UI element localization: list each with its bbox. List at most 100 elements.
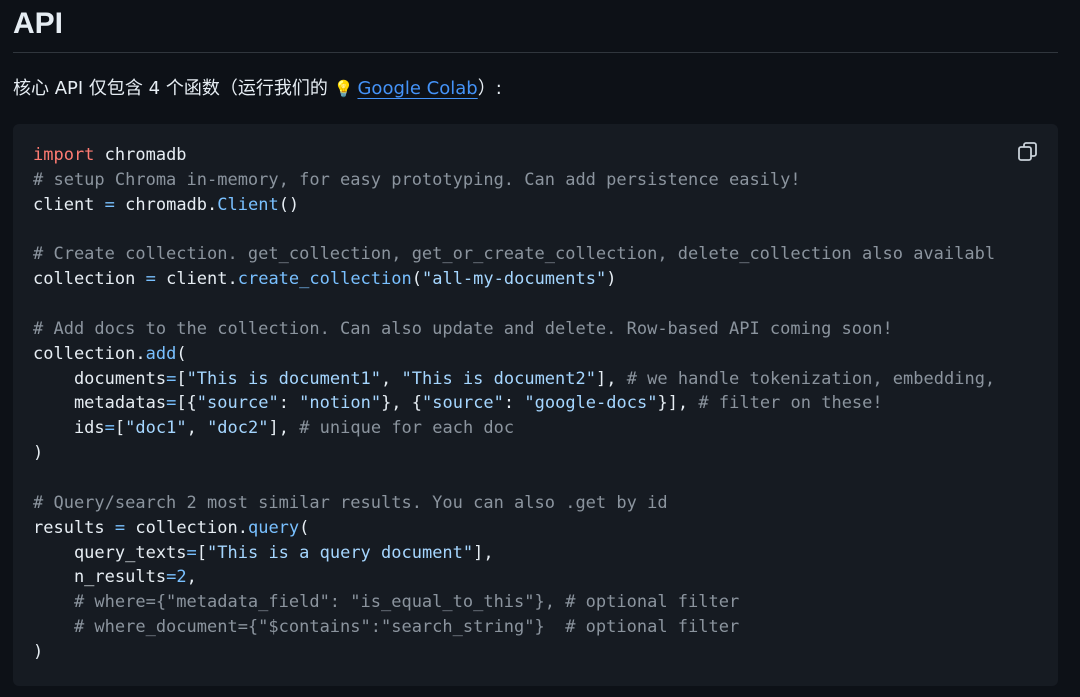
code-line: # Create collection. get_collection, get… [33, 242, 995, 267]
code-token: = [104, 418, 115, 439]
code-token: "source" [422, 393, 504, 414]
code-token: # unique for each doc [299, 418, 515, 439]
code-line: results = collection.query( [33, 516, 995, 541]
code-token: = [145, 269, 156, 290]
intro-prefix-text: 核心 API 仅包含 4 个函数（运行我们的 [13, 78, 328, 99]
code-token: collection. [33, 343, 146, 364]
code-line: n_results=2, [33, 565, 995, 590]
code-token: # Add docs to the collection. Can also u… [33, 318, 893, 339]
code-token: ], [473, 542, 494, 563]
code-token: ( [411, 269, 422, 290]
code-line: # where={"metadata_field": "is_equal_to_… [33, 590, 995, 615]
code-block: import chromadb # setup Chroma in-memory,… [13, 124, 1058, 686]
copy-icon [1018, 142, 1037, 161]
code-token: [ [196, 542, 208, 563]
code-token: ) [33, 443, 44, 464]
code-token: ids [33, 418, 105, 439]
code-token: chromadb [94, 145, 187, 165]
code-token: [ [114, 418, 126, 439]
code-token: "source" [196, 393, 279, 414]
code-line: metadatas=[{"source": "notion"}, {"sourc… [33, 391, 995, 416]
intro-suffix-text: ）: [477, 78, 502, 99]
code-token: collection. [125, 517, 248, 538]
code-line: # Query/search 2 most similar results. Y… [33, 491, 995, 516]
code-token: # Query/search 2 most similar results. Y… [33, 492, 668, 513]
code-line: collection.add( [33, 342, 995, 367]
code-line: # setup Chroma in-memory, for easy proto… [33, 168, 995, 193]
code-token: , [186, 418, 208, 439]
code-token: "google-docs" [524, 393, 658, 414]
code-token: # where={"metadata_field": "is_equal_to_… [33, 592, 740, 613]
code-token: query_texts [33, 542, 187, 563]
code-token: }], [657, 393, 699, 414]
code-token: # we handle tokenization, embedding, [626, 368, 996, 389]
code-token: ) [33, 641, 44, 662]
code-token: import [33, 145, 95, 165]
code-token: # filter on these! [698, 393, 883, 414]
code-line: collection = client.create_collection("a… [33, 267, 995, 292]
code-token: "doc1" [125, 418, 187, 439]
code-token: "doc2" [207, 418, 269, 439]
code-token: collection [33, 269, 146, 290]
code-token: add [145, 343, 177, 364]
code-token: ], [595, 368, 627, 389]
code-token: [ [176, 368, 187, 389]
code-token: n_results [33, 567, 167, 588]
code-line: ids=["doc1", "doc2"], # unique for each … [33, 416, 995, 441]
code-token: : [503, 393, 525, 414]
code-line: # where_document={"$contains":"search_st… [33, 615, 995, 640]
code-token: = [186, 542, 197, 563]
code-token: results [33, 517, 115, 538]
code-content: import chromadb # setup Chroma in-memory,… [33, 143, 995, 665]
code-token: "This is a query document" [207, 542, 474, 563]
code-token: "all-my-documents" [421, 269, 607, 290]
code-token: chromadb. [114, 194, 218, 215]
code-token: ], [268, 418, 300, 439]
code-line: documents=["This is document1", "This is… [33, 367, 995, 392]
lightbulb-icon: 💡 [333, 79, 354, 98]
code-token: = [166, 393, 177, 414]
google-colab-link-text: Google Colab [357, 78, 478, 99]
code-token: = [104, 194, 115, 215]
code-token: = [166, 567, 177, 588]
code-token: # Create collection. get_collection, get… [33, 244, 996, 265]
code-token: client [33, 194, 105, 215]
code-token: documents [33, 368, 167, 389]
code-token: }, { [381, 393, 423, 414]
code-token: ( [299, 517, 310, 538]
code-token: "notion" [299, 393, 382, 414]
code-line: query_texts=["This is a query document"]… [33, 541, 995, 566]
code-token: = [114, 517, 126, 538]
section-heading: API [13, 7, 64, 40]
code-token: ) [606, 269, 617, 290]
code-token: # where_document={"$contains":"search_st… [33, 617, 740, 638]
code-token: query [247, 517, 300, 538]
copy-button[interactable] [1016, 140, 1040, 164]
code-line: # Add docs to the collection. Can also u… [33, 317, 995, 342]
code-token: Client [217, 194, 279, 215]
code-line: client = chromadb.Client() [33, 193, 995, 218]
code-token: "This is document2" [401, 368, 596, 389]
code-token: "This is document1" [186, 368, 382, 389]
code-token: ( [176, 343, 187, 364]
code-token: 2 [176, 567, 187, 588]
intro-paragraph: 核心 API 仅包含 4 个函数（运行我们的 💡 Google Colab）: [13, 75, 502, 103]
code-token: client. [155, 269, 238, 290]
code-token: : [278, 393, 300, 414]
code-line: ) [33, 640, 995, 665]
heading-divider [13, 52, 1058, 53]
code-token: [{ [176, 393, 197, 414]
google-colab-link[interactable]: 💡 Google Colab [334, 78, 478, 99]
code-token: create_collection [237, 269, 412, 290]
code-token: () [278, 194, 300, 215]
code-token: , [186, 567, 197, 588]
code-token: = [166, 368, 177, 389]
code-token: metadatas [33, 393, 167, 414]
code-line: import chromadb [33, 143, 995, 168]
code-token: , [381, 368, 402, 389]
code-line: ) [33, 441, 995, 466]
code-token: # setup Chroma in-memory, for easy proto… [33, 169, 801, 190]
